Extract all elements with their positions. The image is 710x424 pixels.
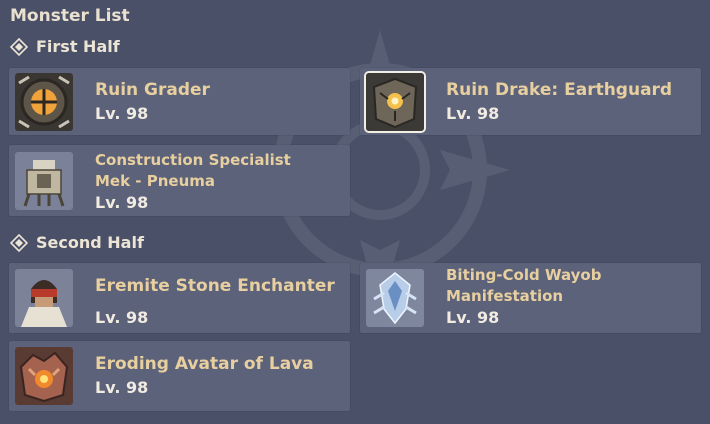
monster-level: Lv. 98 <box>95 308 149 327</box>
monster-card-eroding-avatar-of-lava[interactable]: Eroding Avatar of Lava Lv. 98 <box>9 341 350 411</box>
mek-icon <box>15 151 73 210</box>
monster-name: Ruin Drake: Earthguard <box>446 80 673 100</box>
monster-level: Lv. 98 <box>95 193 149 212</box>
ruin-drake-icon <box>366 72 424 131</box>
eremite-icon <box>15 269 73 327</box>
monster-card-eremite-stone-enchanter[interactable]: Eremite Stone Enchanter Lv. 98 <box>9 263 350 333</box>
monster-name-line-2: Manifestation <box>446 287 564 305</box>
monster-card-mek-pneuma[interactable]: Construction Specialist Mek - Pneuma Lv.… <box>9 145 350 216</box>
monster-level: Lv. 98 <box>446 104 500 123</box>
section-label: Second Half <box>36 233 144 252</box>
monster-level: Lv. 98 <box>95 378 149 397</box>
monster-card-ruin-grader[interactable]: Ruin Grader Lv. 98 <box>9 68 350 135</box>
section-label: First Half <box>36 37 120 56</box>
monster-name-line-1: Construction Specialist <box>95 151 291 169</box>
lava-avatar-icon <box>15 347 73 405</box>
page-title: Monster List <box>10 6 130 26</box>
monster-name: Ruin Grader <box>95 80 210 100</box>
ruin-grader-icon <box>15 72 73 131</box>
monster-card-biting-cold-wayob[interactable]: Biting-Cold Wayob Manifestation Lv. 98 <box>360 263 701 333</box>
monster-level: Lv. 98 <box>95 104 149 123</box>
diamond-icon <box>10 233 28 252</box>
diamond-icon <box>10 37 28 56</box>
section-header-second-half: Second Half <box>10 233 144 252</box>
monster-name-line-2: Mek - Pneuma <box>95 172 216 190</box>
monster-level: Lv. 98 <box>446 308 500 327</box>
section-header-first-half: First Half <box>10 37 120 56</box>
monster-name: Eroding Avatar of Lava <box>95 354 314 374</box>
wayob-icon <box>366 269 424 327</box>
monster-name: Eremite Stone Enchanter <box>95 276 335 296</box>
monster-name-line-1: Biting-Cold Wayob <box>446 266 602 284</box>
monster-card-ruin-drake[interactable]: Ruin Drake: Earthguard Lv. 98 <box>360 68 701 135</box>
